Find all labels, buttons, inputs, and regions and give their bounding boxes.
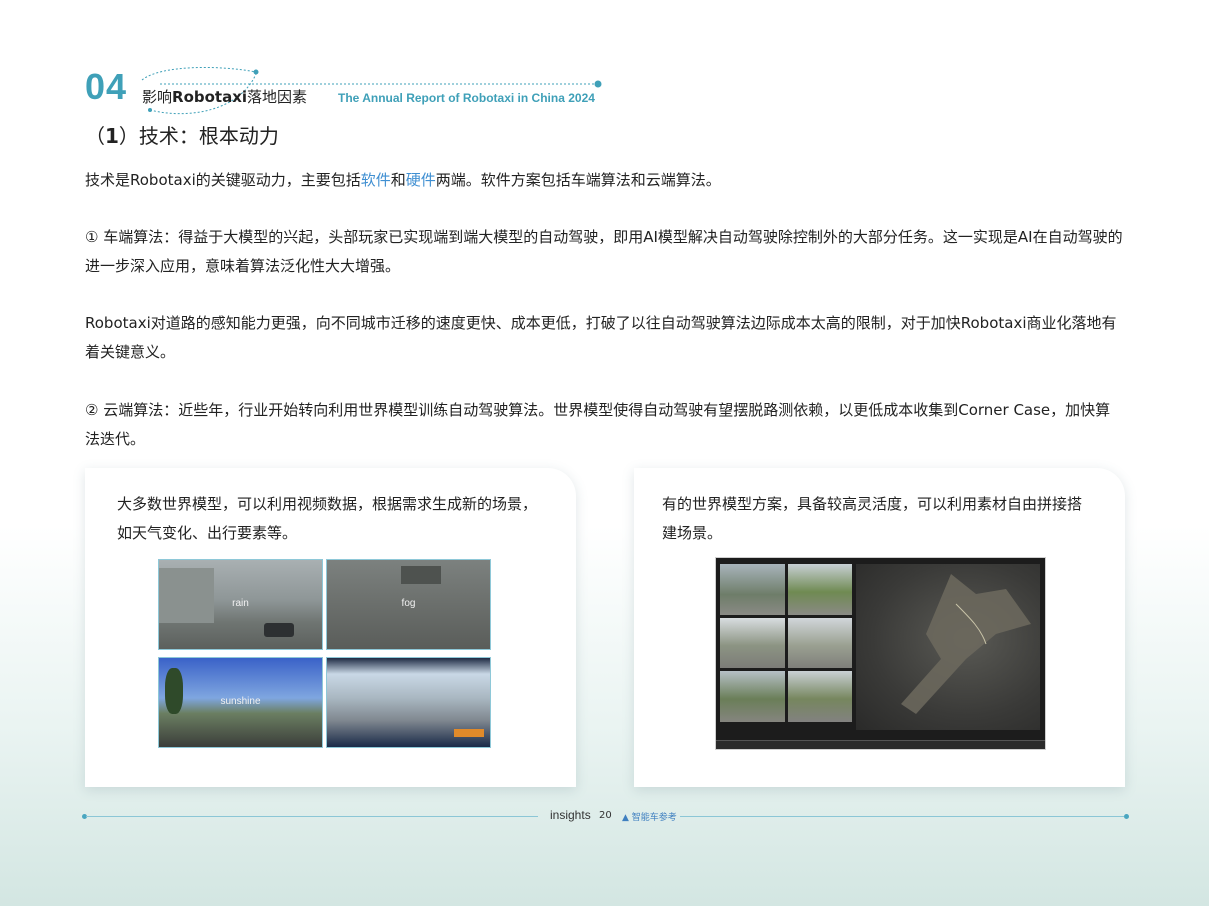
section-title: （1）技术：根本动力 (85, 120, 279, 149)
page-number: 20 (599, 810, 612, 821)
point-cloud-map (901, 574, 1031, 714)
intro-post: 两端。软件方案包括车端算法和云端算法。 (435, 171, 721, 189)
camera-view (787, 671, 852, 722)
camera-view (787, 564, 852, 615)
card-right-text: 有的世界模型方案，具备较高灵活度，可以利用素材自由拼接搭建场景。 (662, 495, 1083, 542)
title-prefix: 影响 (142, 88, 173, 106)
section-title-open: （ (85, 124, 105, 148)
chapter-title: 影响Robotaxi落地因素 (142, 86, 307, 107)
camera-view (787, 617, 852, 669)
fog-scene-image: fog (326, 559, 491, 650)
tree-shape (165, 668, 183, 714)
scene-composition-screenshot (715, 557, 1046, 750)
car-shape (264, 623, 294, 637)
orange-tag (454, 729, 484, 737)
fog-label: fog (401, 598, 416, 609)
intro-software: 软件 (360, 171, 391, 189)
title-bold: Robotaxi (172, 88, 248, 106)
camera-view (720, 671, 785, 722)
vehicle-algorithm-paragraph: ① 车端算法：得益于大模型的兴起，头部玩家已实现端到端大模型的自动驾驶，即用AI… (85, 228, 1123, 275)
footer-dot-right (1124, 814, 1129, 819)
section-title-number: 1 (105, 124, 119, 148)
intro-and: 和 (390, 171, 406, 189)
world-model-generation-card: 大多数世界模型，可以利用视频数据，根据需求生成新的场景，如天气变化、出行要素等。… (85, 468, 576, 787)
world-model-composition-card: 有的世界模型方案，具备较高灵活度，可以利用素材自由拼接搭建场景。 (634, 468, 1125, 787)
footer-brand-text: 智能车参考 (631, 813, 677, 823)
camera-view (720, 564, 785, 615)
camera-grid (720, 564, 852, 722)
title-suffix: 落地因素 (247, 88, 308, 106)
generated-road-image (326, 657, 491, 748)
footer-insights-logo: insights (550, 808, 591, 822)
intro-hardware: 硬件 (405, 171, 436, 189)
footer-brand-logo: ▲ 智能车参考 (622, 813, 677, 823)
building-shape (159, 568, 214, 623)
sunshine-label: sunshine (220, 696, 261, 707)
chapter-number: 04 (85, 66, 128, 107)
report-english-title: The Annual Report of Robotaxi in China 2… (338, 91, 595, 105)
cloud-algorithm-paragraph: ② 云端算法：近些年，行业开始转向利用世界模型训练自动驾驶算法。世界模型使得自动… (85, 401, 1111, 448)
section-title-text: ）技术：根本动力 (118, 124, 279, 148)
screenshot-toolbar (716, 740, 1045, 749)
intro-paragraph: 技术是Robotaxi的关键驱动力，主要包括软件和硬件两端。软件方案包括车端算法… (85, 166, 1125, 195)
rain-label: rain (232, 598, 249, 609)
intro-pre: 技术是Robotaxi的关键驱动力，主要包括 (85, 171, 361, 189)
sign-shape (401, 566, 441, 584)
sunshine-scene-image: sunshine (158, 657, 323, 748)
rain-scene-image: rain (158, 559, 323, 650)
card-left-text: 大多数世界模型，可以利用视频数据，根据需求生成新的场景，如天气变化、出行要素等。 (117, 495, 538, 542)
camera-view (720, 617, 785, 669)
perception-paragraph: Robotaxi对道路的感知能力更强，向不同城市迁移的速度更快、成本更低，打破了… (85, 314, 1117, 361)
footer-line-left (86, 816, 538, 817)
footer-line-right (680, 816, 1124, 817)
point-cloud-view (856, 564, 1040, 730)
